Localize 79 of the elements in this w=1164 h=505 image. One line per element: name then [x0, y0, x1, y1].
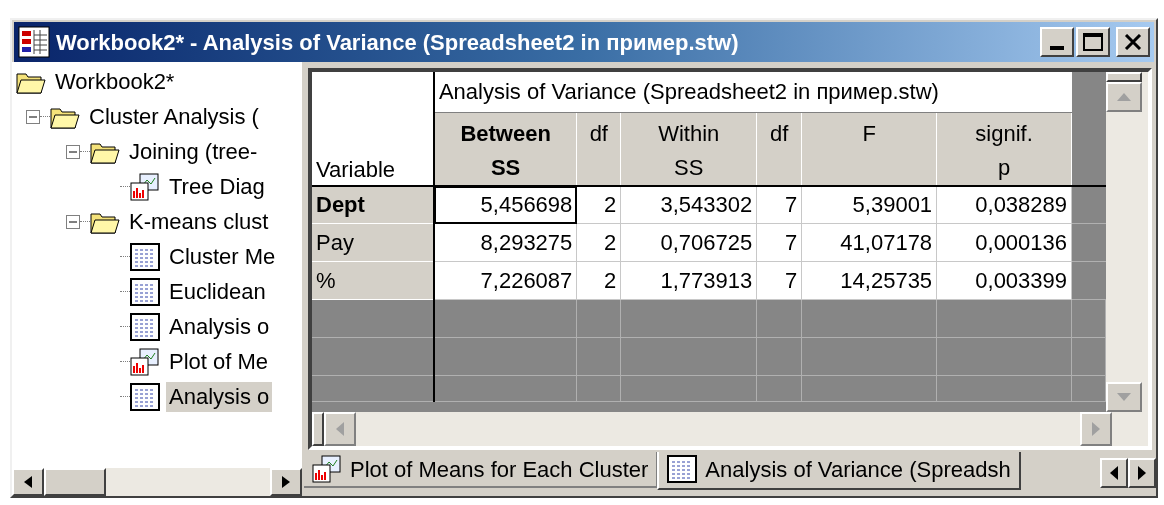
table-title: Analysis of Variance (Spreadsheet2 in пример.stw)	[433, 72, 1072, 112]
tree-item[interactable]: Cluster Analysis (	[86, 101, 262, 132]
table-cell[interactable]: 1,773913	[620, 261, 757, 300]
header-cell: Variable	[312, 72, 434, 186]
tab-scroll-left-button[interactable]	[1100, 458, 1128, 488]
left-arrow-icon	[24, 476, 32, 488]
table-cell[interactable]: 5,456698	[433, 185, 577, 224]
table-cell[interactable]: 5,39001	[801, 185, 937, 224]
close-button[interactable]	[1116, 27, 1150, 57]
collapse-icon[interactable]	[66, 214, 80, 229]
left-arrow-icon	[336, 422, 344, 436]
table-cell[interactable]: 0,000136	[936, 223, 1072, 262]
tree-item[interactable]: Euclidean	[166, 276, 269, 307]
tree-item[interactable]: Tree Diag	[166, 171, 268, 202]
table-cell[interactable]: 2	[576, 185, 621, 224]
table-cell[interactable]: 7,226087	[433, 261, 577, 300]
scroll-thumb[interactable]	[44, 468, 106, 496]
scrollbar[interactable]	[12, 468, 302, 496]
graph-window-icon	[130, 347, 160, 376]
app-icon	[18, 26, 50, 58]
scroll-left-button[interactable]	[12, 468, 44, 496]
tree-item[interactable]: Workbook2*	[52, 66, 178, 97]
maximize-icon	[1083, 33, 1103, 51]
scroll-down-button[interactable]	[1106, 382, 1142, 412]
right-arrow-icon	[1138, 466, 1146, 480]
row-header[interactable]: %	[312, 261, 434, 300]
tree-item[interactable]: Analysis o	[166, 381, 273, 412]
sheet-tab[interactable]: Plot of Means for Each Cluster	[304, 452, 658, 488]
minimize-button[interactable]	[1040, 27, 1074, 57]
vertical-scrollbar[interactable]	[1106, 72, 1142, 412]
table-cell[interactable]: 2	[576, 261, 621, 300]
table-cell[interactable]: 0,038289	[936, 185, 1072, 224]
maximize-button[interactable]	[1076, 27, 1110, 57]
table-cell[interactable]: 8,293275	[433, 223, 577, 262]
tree-item[interactable]: Joining (tree-	[126, 136, 261, 167]
left-arrow-icon	[1110, 466, 1118, 480]
column-header[interactable]: F	[801, 112, 937, 186]
right-arrow-icon	[282, 476, 290, 488]
spreadsheet-icon	[130, 312, 160, 341]
row-header[interactable]: Pay	[312, 223, 434, 262]
column-header[interactable]: df	[576, 112, 621, 186]
table-cell[interactable]: 7	[756, 223, 802, 262]
splitter-handle[interactable]	[312, 412, 324, 446]
table-cell[interactable]: 14,25735	[801, 261, 937, 300]
column-header[interactable]: Within SS	[620, 112, 757, 186]
tree-item[interactable]: Cluster Me	[166, 241, 279, 272]
scroll-up-button[interactable]	[1106, 82, 1142, 112]
spreadsheet-icon	[130, 277, 160, 306]
spreadsheet-icon	[667, 455, 698, 483]
graph-window-icon	[312, 455, 342, 483]
sheet-tab[interactable]: Analysis of Variance (Spreadsh	[657, 452, 1021, 490]
spreadsheet-icon	[130, 382, 160, 411]
column-header[interactable]: df	[756, 112, 802, 186]
tree-item[interactable]: Plot of Me	[166, 346, 272, 377]
table-cell[interactable]: 7	[756, 261, 802, 300]
column-header[interactable]: signif. p	[936, 112, 1072, 186]
minimize-icon	[1050, 46, 1064, 50]
window-title: Workbook2* - Analysis of Variance (Spreadsheet2 in пример.stw)	[56, 28, 739, 57]
scroll-right-button[interactable]	[270, 468, 302, 496]
down-arrow-icon	[1117, 393, 1131, 401]
collapse-icon[interactable]	[66, 144, 80, 159]
tree-item[interactable]: Analysis o	[166, 311, 273, 342]
table-cell[interactable]: 41,07178	[801, 223, 937, 262]
graph-window-icon	[130, 172, 160, 201]
table-cell[interactable]: 3,543302	[620, 185, 757, 224]
row-header[interactable]: Dept	[312, 185, 434, 224]
spreadsheet-icon	[130, 242, 160, 271]
up-arrow-icon	[1117, 93, 1131, 101]
tree-item[interactable]: K-means clust	[126, 206, 272, 237]
right-arrow-icon	[1092, 422, 1100, 436]
close-icon	[1124, 34, 1142, 50]
column-header[interactable]: Between SS	[433, 112, 577, 186]
table-cell[interactable]: 0,706725	[620, 223, 757, 262]
table-cell[interactable]: 2	[576, 223, 621, 262]
table-cell[interactable]: 0,003399	[936, 261, 1072, 300]
collapse-icon[interactable]	[26, 109, 40, 124]
table-cell[interactable]: 7	[756, 185, 802, 224]
splitter-handle[interactable]	[1106, 72, 1142, 82]
tab-scroll-right-button[interactable]	[1128, 458, 1156, 488]
